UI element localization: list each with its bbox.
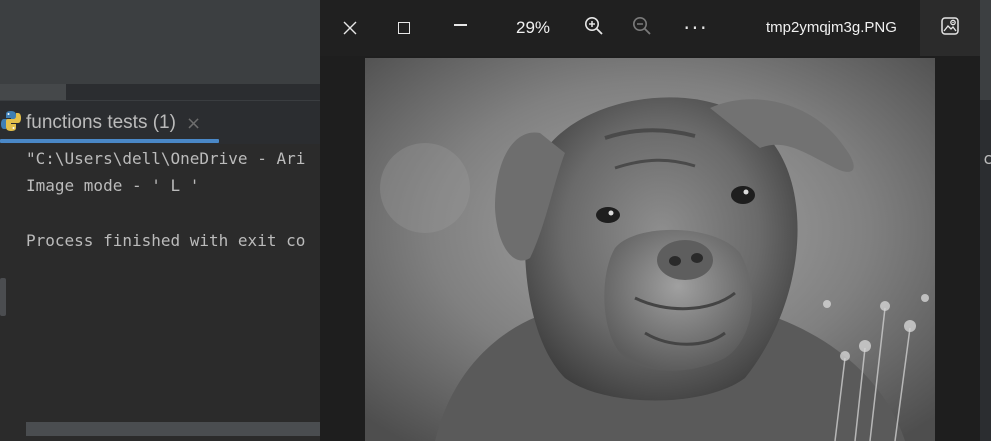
close-icon (343, 16, 357, 41)
ide-ribbon-edge (0, 84, 66, 100)
run-tab-bar: functions tests (1) × (0, 100, 320, 144)
console-output[interactable]: "C:\Users\dell\OneDrive - Ari Image mode… (0, 144, 320, 441)
close-icon[interactable]: × (186, 113, 201, 134)
minimize-icon (453, 24, 467, 26)
bulldog-image (365, 58, 935, 441)
zoom-out-button[interactable] (622, 0, 662, 56)
console-line: Process finished with exit co (26, 231, 306, 250)
close-button[interactable] (328, 0, 372, 56)
zoom-in-button[interactable] (574, 0, 614, 56)
zoom-in-icon (584, 16, 604, 40)
minimize-button[interactable] (438, 0, 482, 56)
console-gutter (0, 144, 12, 441)
ide-toolbar-area (0, 0, 320, 84)
more-icon: ··· (683, 16, 709, 40)
image-canvas[interactable] (320, 56, 980, 441)
console-line: Image mode - ' L ' (26, 176, 200, 195)
file-name: tmp2ymqjm3g.PNG (766, 19, 897, 36)
dog-photo (365, 58, 935, 441)
maximize-icon (398, 22, 410, 34)
ide-right-toolbar-edge (980, 0, 991, 100)
more-options-button[interactable]: ··· (676, 0, 716, 56)
run-tab-label: functions tests (1) (26, 112, 176, 133)
maximize-button[interactable] (384, 0, 424, 56)
viewer-toolbar: 29% ··· tmp2ymqjm3g.PNG (320, 0, 980, 56)
edit-image-icon (940, 16, 960, 40)
horizontal-scrollbar[interactable] (26, 422, 320, 436)
zoom-level: 29% (516, 18, 551, 37)
edit-image-button[interactable] (920, 0, 980, 56)
python-icon (0, 110, 26, 136)
console-line: "C:\Users\dell\OneDrive - Ari (26, 149, 306, 168)
console-overflow-text: c (983, 149, 991, 168)
active-tab-indicator (0, 139, 219, 143)
zoom-out-icon (632, 16, 652, 40)
gutter-marker (0, 278, 6, 316)
photo-viewer-window: 29% ··· tmp2ymqjm3g.PNG (320, 0, 980, 441)
